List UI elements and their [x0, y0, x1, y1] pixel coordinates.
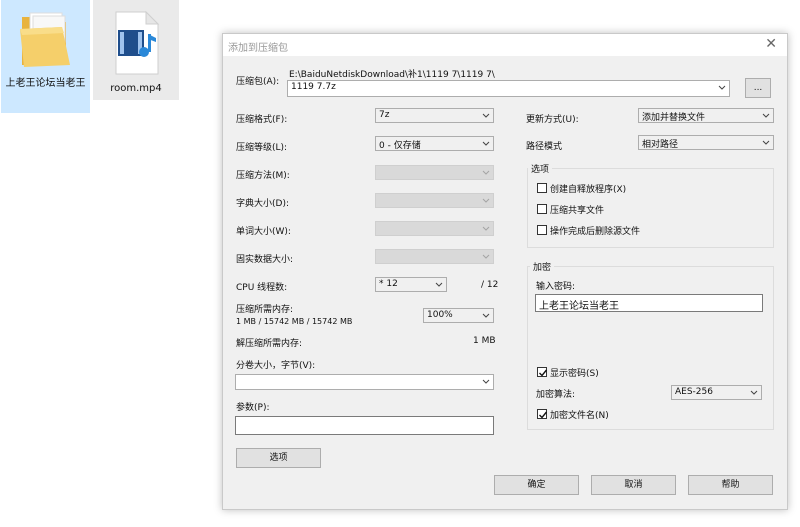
chevron-down-icon [718, 85, 726, 90]
update-label: 更新方式(U): [526, 115, 579, 125]
encryption-method-value: AES-256 [675, 387, 713, 397]
mem-compress-detail: 1 MB / 15742 MB / 15742 MB [236, 317, 353, 326]
shared-checkbox[interactable] [537, 204, 547, 214]
password-label: 输入密码: [536, 282, 576, 292]
close-icon[interactable]: ✕ [765, 36, 777, 52]
solid-select [375, 249, 494, 264]
show-password-label: 显示密码(S) [550, 369, 599, 379]
desktop-icon-video[interactable]: room.mp4 [93, 0, 179, 100]
word-select [375, 221, 494, 236]
word-label: 单词大小(W): [236, 227, 291, 237]
threads-label: CPU 线程数: [236, 283, 288, 293]
shared-label: 压缩共享文件 [550, 206, 605, 216]
level-label: 压缩等级(L): [236, 143, 288, 153]
threads-value: * 12 [379, 279, 398, 289]
level-value: 0 - 仅存储 [379, 141, 421, 151]
mem-percent-select[interactable]: 100% [423, 308, 494, 323]
folder-icon [19, 12, 70, 67]
threads-max: / 12 [481, 280, 499, 290]
encryption-method-select[interactable]: AES-256 [671, 385, 762, 400]
volume-label: 分卷大小，字节(V): [236, 361, 316, 371]
mem-decompress-label: 解压缩所需内存: [236, 339, 303, 349]
update-value: 添加并替换文件 [642, 113, 706, 123]
chevron-down-icon [482, 170, 490, 175]
params-label: 参数(P): [236, 403, 270, 413]
sfx-checkbox[interactable] [537, 183, 547, 193]
video-label: room.mp4 [110, 83, 162, 94]
chevron-down-icon [482, 254, 490, 259]
chevron-down-icon [482, 198, 490, 203]
encryption-group-title: 加密 [530, 260, 555, 273]
mem-compress-label: 压缩所需内存: [236, 305, 294, 315]
mem-decompress-value: 1 MB [473, 336, 496, 346]
show-password-checkbox[interactable] [537, 367, 548, 377]
cancel-button[interactable]: 取消 [591, 475, 676, 495]
password-input[interactable]: 上老王论坛当老王 [535, 294, 763, 312]
chevron-down-icon [482, 141, 490, 146]
method-select [375, 165, 494, 180]
format-select[interactable]: 7z [375, 108, 494, 123]
format-label: 压缩格式(F): [236, 115, 288, 125]
checkmark-icon [539, 369, 548, 377]
archive-name-combo[interactable]: 1119 7.7z [287, 80, 730, 97]
delete-checkbox[interactable] [537, 225, 547, 235]
params-input[interactable] [235, 416, 494, 435]
ok-button[interactable]: 确定 [494, 475, 579, 495]
options-button[interactable]: 选项 [236, 448, 321, 468]
archive-label: 压缩包(A): [236, 77, 280, 87]
chevron-down-icon [750, 390, 758, 395]
path-mode-value: 相对路径 [642, 140, 679, 150]
dialog-title: 添加到压缩包 [228, 43, 288, 54]
title-bar: 添加到压缩包 ✕ [223, 34, 787, 56]
desktop-icon-folder[interactable]: 上老王论坛当老王 [1, 0, 90, 113]
add-to-archive-dialog: 添加到压缩包 ✕ 压缩包(A): E:\BaiduNetdiskDownload… [222, 33, 788, 510]
chevron-down-icon [762, 113, 770, 118]
path-mode-label: 路径模式 [526, 142, 563, 152]
encryption-method-label: 加密算法: [536, 390, 576, 400]
solid-label: 固实数据大小: [236, 255, 294, 265]
archive-path: E:\BaiduNetdiskDownload\补1\1119 7\1119 7… [289, 70, 495, 80]
chevron-down-icon [762, 140, 770, 145]
format-value: 7z [379, 110, 390, 120]
volume-combo[interactable] [235, 374, 494, 390]
level-select[interactable]: 0 - 仅存储 [375, 136, 494, 151]
encrypt-names-label: 加密文件名(N) [550, 411, 609, 421]
video-file-icon [115, 10, 160, 75]
chevron-down-icon [482, 226, 490, 231]
browse-button[interactable]: ... [745, 78, 771, 98]
dict-label: 字典大小(D): [236, 199, 289, 209]
delete-label: 操作完成后删除源文件 [550, 227, 641, 237]
options-group-title: 选项 [528, 162, 553, 175]
path-mode-select[interactable]: 相对路径 [638, 135, 774, 150]
encrypt-names-checkbox[interactable] [537, 409, 548, 419]
dict-select [375, 193, 494, 208]
threads-select[interactable]: * 12 [375, 277, 447, 292]
method-label: 压缩方法(M): [236, 171, 290, 181]
help-button[interactable]: 帮助 [688, 475, 773, 495]
folder-label: 上老王论坛当老王 [5, 78, 86, 89]
password-value: 上老王论坛当老王 [539, 301, 619, 312]
chevron-down-icon [482, 313, 490, 318]
chevron-down-icon [482, 379, 490, 384]
sfx-label: 创建自释放程序(X) [550, 185, 627, 195]
archive-name-value: 1119 7.7z [291, 82, 336, 92]
update-select[interactable]: 添加并替换文件 [638, 108, 774, 123]
chevron-down-icon [435, 282, 443, 287]
chevron-down-icon [482, 113, 490, 118]
checkmark-icon [539, 411, 548, 419]
mem-percent-value: 100% [427, 310, 453, 320]
